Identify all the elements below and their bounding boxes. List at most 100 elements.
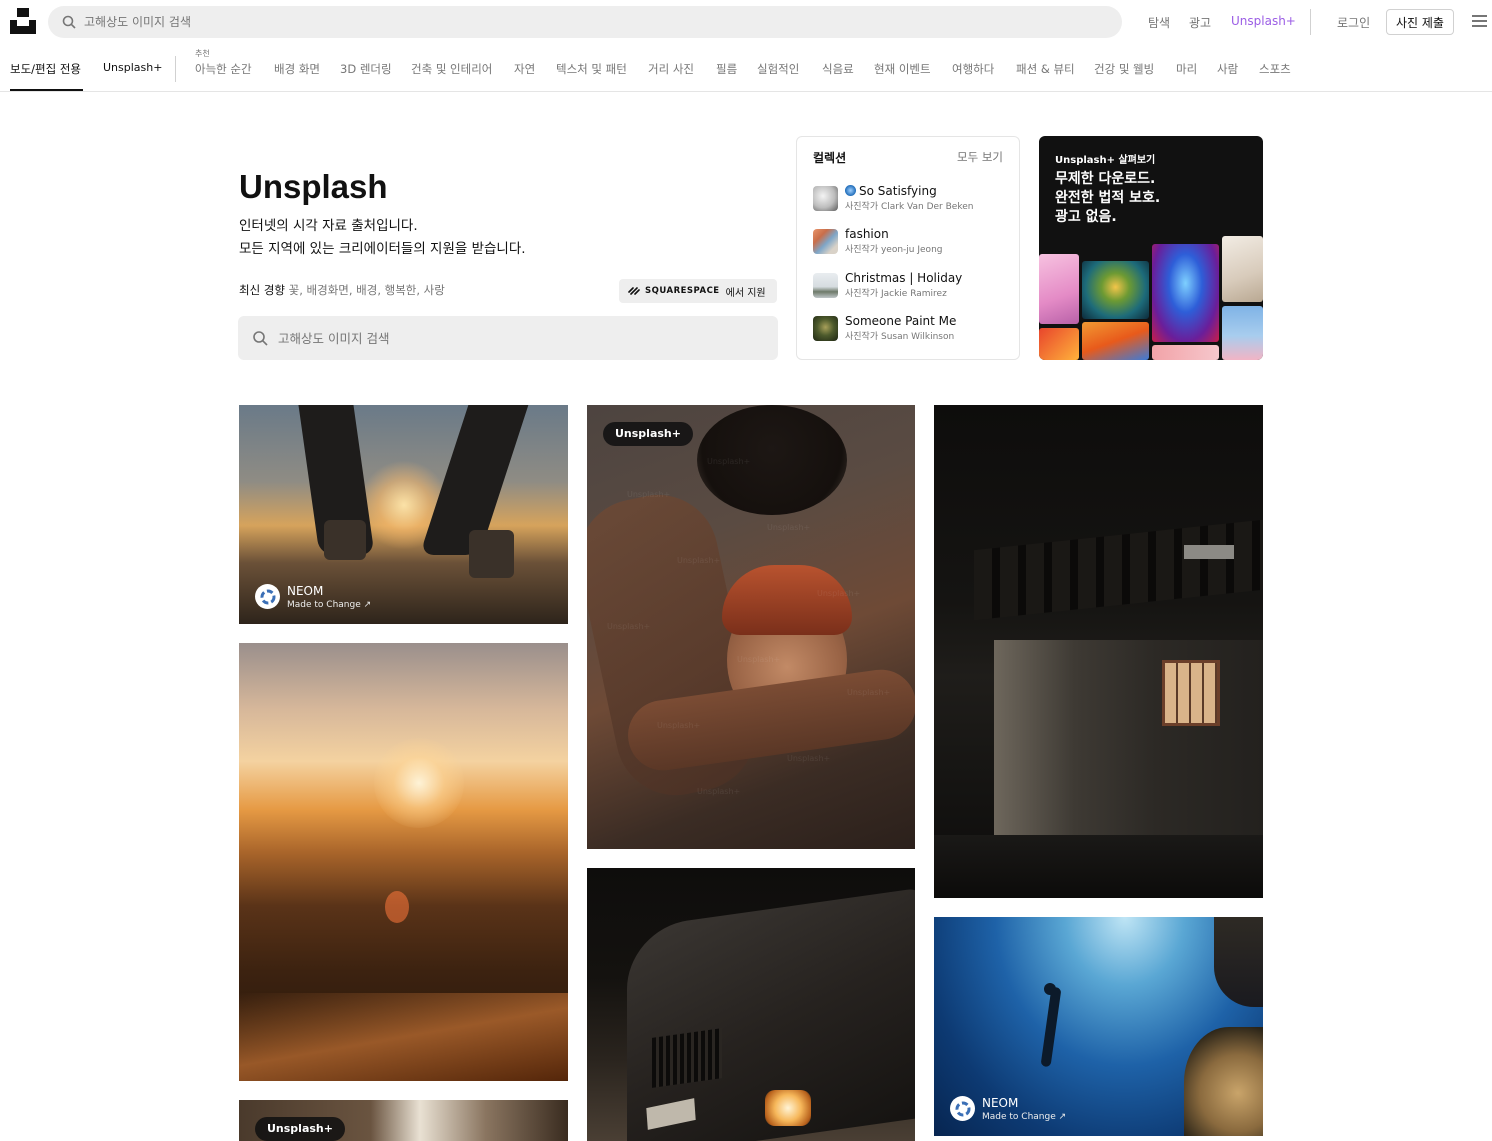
collection-thumbnail xyxy=(813,229,838,254)
collection-name: Someone Paint Me xyxy=(845,314,957,328)
hero-title: Unsplash xyxy=(239,168,388,205)
promo-image xyxy=(1222,236,1263,302)
collection-item[interactable]: So Satisfying 사진작가 Clark Van Der Beken xyxy=(813,184,1013,216)
hero-search-input[interactable] xyxy=(278,316,758,360)
watermark-overlay: Unsplash+ Unsplash+ Unsplash+ Unsplash+ … xyxy=(607,457,891,796)
photo-ceiling-beams xyxy=(974,519,1263,621)
nav-explore-link[interactable]: 탐색 xyxy=(1148,14,1170,31)
photo-vintage-car[interactable] xyxy=(587,868,915,1141)
neom-avatar xyxy=(255,584,280,609)
topic-nav: 보도/편집 전용 Unsplash+ 추천 아늑한 순간 배경 화면 3D 렌더… xyxy=(0,44,1492,92)
collections-card: 컬렉션 모두 보기 So Satisfying 사진작가 Clark Van D… xyxy=(796,136,1020,360)
topic-item[interactable]: 건축 및 인테리어 xyxy=(411,61,492,77)
photo-lens-flare xyxy=(385,891,409,923)
globe-icon xyxy=(845,185,856,196)
collections-heading: 컬렉션 xyxy=(813,151,847,165)
trending-label: 최신 경향 xyxy=(239,283,285,297)
topic-item[interactable]: 사람 xyxy=(1217,61,1238,77)
hamburger-menu-icon[interactable] xyxy=(1472,15,1487,27)
topic-item[interactable]: 자연 xyxy=(514,61,535,77)
promo-image xyxy=(1082,322,1149,360)
promo-line: 완전한 법적 보호. xyxy=(1055,190,1161,206)
topic-item[interactable]: 스포츠 xyxy=(1259,61,1291,77)
topic-item[interactable]: 건강 및 웰빙 xyxy=(1094,61,1154,77)
photo-desert-boots[interactable]: NEOM Made to Change ↗ xyxy=(239,405,568,624)
photo-grille xyxy=(652,1028,722,1088)
promo-image xyxy=(1152,345,1219,360)
photo-diver xyxy=(1040,986,1062,1068)
hero-search-bar[interactable] xyxy=(238,316,778,360)
topic-item[interactable]: 필름 xyxy=(716,61,737,77)
photo-window xyxy=(1162,660,1220,726)
tab-unsplash-plus[interactable]: Unsplash+ xyxy=(103,61,162,74)
topic-item[interactable]: 거리 사진 xyxy=(648,61,694,77)
collection-author: 사진작가 Clark Van Der Beken xyxy=(845,202,974,212)
collection-thumbnail xyxy=(813,316,838,341)
topic-item[interactable]: 현재 이벤트 xyxy=(874,61,931,77)
nav-login-link[interactable]: 로그인 xyxy=(1337,14,1370,31)
sponsor-badge[interactable]: SQUARESPACE 에서 지원 xyxy=(619,279,777,303)
promo-image xyxy=(1222,306,1263,360)
photo-coral xyxy=(1184,1027,1263,1136)
photo-floor xyxy=(934,835,1263,898)
collection-author: 사진작가 Jackie Ramirez xyxy=(845,289,947,299)
topic-item[interactable]: 텍스처 및 패턴 xyxy=(556,61,627,77)
header-search-input[interactable] xyxy=(84,6,984,38)
photo-boot-left xyxy=(324,520,366,560)
sponsor-tagline: Made to Change ↗ xyxy=(982,1112,1067,1122)
photo-embrace[interactable]: Unsplash+ Unsplash+ Unsplash+ Unsplash+ … xyxy=(587,405,915,849)
promo-line: 광고 없음. xyxy=(1055,209,1117,225)
sponsor-tagline: Made to Change ↗ xyxy=(287,600,372,610)
collection-author: 사진작가 Susan Wilkinson xyxy=(845,332,955,342)
topic-item[interactable]: 마리 xyxy=(1176,61,1197,77)
search-icon[interactable] xyxy=(62,14,76,33)
neom-avatar xyxy=(950,1096,975,1121)
nav-unsplash-plus-link[interactable]: Unsplash+ xyxy=(1231,14,1296,28)
promo-image xyxy=(1039,328,1079,360)
topic-item[interactable]: 식음료 xyxy=(822,61,854,77)
search-icon[interactable] xyxy=(252,330,268,350)
topic-item[interactable]: 패션 & 뷰티 xyxy=(1016,61,1075,77)
promo-image xyxy=(1152,244,1219,342)
topic-item[interactable]: 여행하다 xyxy=(952,61,994,77)
sponsor-suffix: 에서 지원 xyxy=(725,287,766,299)
topic-item[interactable]: 배경 화면 xyxy=(274,61,320,77)
see-all-link[interactable]: 모두 보기 xyxy=(957,149,1003,165)
featured-label: 추천 xyxy=(195,49,210,58)
hero-description-line1: 인터넷의 시각 자료 출처입니다. xyxy=(239,218,418,234)
trending-links[interactable]: 꽃, 배경화면, 배경, 행복한, 사랑 xyxy=(289,283,445,297)
collection-name: So Satisfying xyxy=(845,184,937,198)
tab-editorial[interactable]: 보도/편집 전용 xyxy=(10,61,81,77)
collection-item[interactable]: fashion 사진작가 yeon-ju Jeong xyxy=(813,227,1013,259)
photo-underwater-diver[interactable]: NEOM Made to Change ↗ xyxy=(934,917,1263,1136)
promo-kicker: Unsplash+ 살펴보기 xyxy=(1055,155,1156,166)
sponsor-name: NEOM xyxy=(287,584,324,598)
topic-item[interactable]: 아늑한 순간 xyxy=(195,61,252,77)
photo-forest-sunset[interactable] xyxy=(239,643,568,1081)
collection-thumbnail xyxy=(813,186,838,211)
active-tab-underline xyxy=(10,89,83,91)
collection-name: Christmas | Holiday xyxy=(845,271,963,285)
squarespace-logo-icon xyxy=(628,287,640,295)
topic-item[interactable]: 3D 렌더링 xyxy=(340,61,392,77)
header-search-bar[interactable] xyxy=(48,6,1122,38)
topic-item[interactable]: 실험적인 xyxy=(757,61,799,77)
nav-advertise-link[interactable]: 광고 xyxy=(1189,14,1211,31)
collection-name: fashion xyxy=(845,227,889,241)
photo-skylight xyxy=(1184,545,1234,559)
collection-item[interactable]: Someone Paint Me 사진작가 Susan Wilkinson xyxy=(813,314,1013,346)
unsplash-plus-promo[interactable]: Unsplash+ 살펴보기 무제한 다운로드. 완전한 법적 보호. 광고 없… xyxy=(1039,136,1263,360)
sponsor-name: NEOM xyxy=(982,1096,1019,1110)
collection-thumbnail xyxy=(813,273,838,298)
photo-dark-room[interactable] xyxy=(934,405,1263,898)
photo-diver-head xyxy=(1044,983,1056,995)
collection-item[interactable]: Christmas | Holiday 사진작가 Jackie Ramirez xyxy=(813,271,1013,303)
submit-photo-button[interactable]: 사진 제출 xyxy=(1386,9,1454,35)
unsplash-plus-badge: Unsplash+ xyxy=(603,422,693,446)
unsplash-logo[interactable] xyxy=(10,8,36,34)
top-header: 탐색 광고 Unsplash+ 로그인 사진 제출 xyxy=(0,0,1492,44)
promo-image xyxy=(1039,254,1079,324)
photo-foreground-blur xyxy=(239,993,568,1081)
photo-plus-partial[interactable]: Unsplash+ xyxy=(239,1100,568,1141)
trending-row: 최신 경향 꽃, 배경화면, 배경, 행복한, 사랑 xyxy=(239,282,445,298)
